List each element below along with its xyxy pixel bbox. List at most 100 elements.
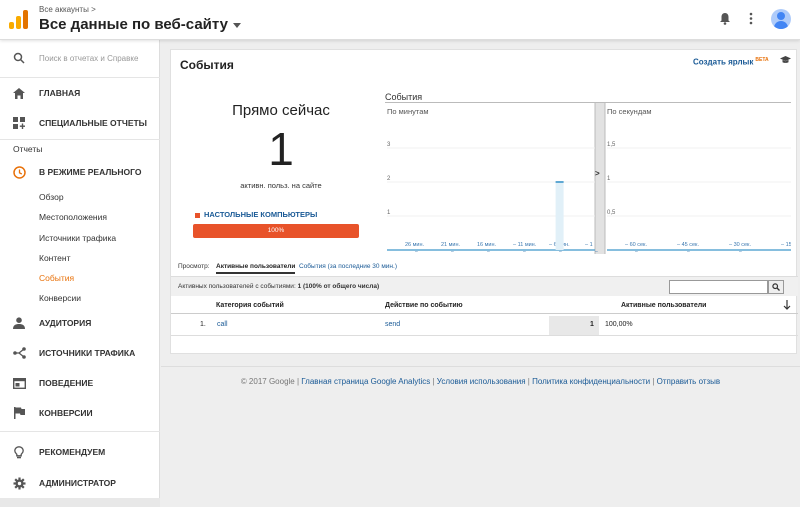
users-percent: 100,00% [605, 321, 633, 328]
realtime-item-traffic-sources[interactable]: Источники трафика [39, 233, 116, 243]
footer-link-home[interactable]: Главная страница Google Analytics [301, 377, 430, 386]
sidebar-search[interactable]: Поиск в отчетах и Справке [0, 43, 160, 73]
sidebar-item-label: АУДИТОРИЯ [39, 318, 92, 328]
lightbulb-icon [12, 445, 26, 459]
device-legend: НАСТОЛЬНЫЕ КОМПЬЮТЕРЫ [195, 210, 317, 219]
view-selector[interactable]: Все данные по веб-сайту [39, 16, 241, 33]
chart-nav-arrow[interactable]: > [595, 169, 600, 178]
footer: © 2017 Google | Главная страница Google … [161, 366, 800, 507]
divider [0, 431, 160, 432]
flag-icon [12, 406, 26, 420]
footer-link-privacy[interactable]: Политика конфиденциальности [532, 377, 650, 386]
sidebar-item-label: ИСТОЧНИКИ ТРАФИКА [39, 348, 136, 358]
chart-svg: 12326 мин.–21 мин.–16 мин.–– 11 мин.–– 6… [387, 103, 791, 254]
tab-active-users[interactable]: Активные пользователи [216, 263, 296, 274]
realtime-item-events[interactable]: События [39, 273, 74, 283]
accounts-link[interactable]: Все аккаунты > [39, 5, 96, 14]
sidebar-item-audience[interactable]: АУДИТОРИЯ [0, 308, 160, 338]
realtime-item-locations[interactable]: Местоположения [39, 212, 107, 222]
table-header: Категория событий Действие по событию Ак… [171, 298, 798, 314]
y-tick-label: 1 [387, 210, 391, 216]
person-icon [12, 316, 26, 330]
x-tick-dash: – [451, 249, 454, 254]
sidebar-item-home[interactable]: ГЛАВНАЯ [0, 78, 160, 108]
sidebar-item-label: ГЛАВНАЯ [39, 88, 81, 98]
analytics-logo[interactable] [8, 9, 28, 29]
y-tick-label: 0,5 [607, 210, 616, 216]
sidebar-item-realtime[interactable]: В РЕЖИМЕ РЕАЛЬНОГО [0, 157, 160, 187]
dashboard-plus-icon [12, 116, 26, 130]
realtime-item-conversions[interactable]: Конверсии [39, 293, 81, 303]
active-users-label: активн. польз. на сайте [240, 181, 322, 190]
sidebar-item-conversions[interactable]: КОНВЕРСИИ [0, 398, 160, 428]
row-index: 1. [200, 321, 206, 328]
y-tick-label: 1 [607, 176, 611, 182]
legend-swatch [195, 212, 200, 218]
avatar[interactable] [771, 9, 791, 29]
x-tick-label: – 60 сек. [625, 242, 647, 248]
realtime-item-overview[interactable]: Обзор [39, 192, 64, 202]
acquisition-icon [12, 346, 26, 360]
tab-events-30min[interactable]: События (за последние 30 мин.) [299, 263, 397, 270]
x-tick-dash: – [415, 249, 418, 254]
x-tick-label: 21 мин. [441, 242, 461, 248]
sidebar-item-custom-reports[interactable]: СПЕЦИАЛЬНЫЕ ОТЧЕТЫ [0, 108, 160, 138]
x-tick-dash: – [595, 249, 598, 254]
copyright: © 2017 Google [240, 377, 295, 386]
create-shortcut-link[interactable]: Создать ярлык BETA [693, 57, 769, 67]
sidebar-item-label: СПЕЦИАЛЬНЫЕ ОТЧЕТЫ [39, 118, 148, 128]
events-card: События Создать ярлык BETA Прямо сейчас 1… [170, 49, 798, 354]
right-now-label: Прямо сейчас [232, 102, 330, 119]
summary-row: Активных пользователей с событиями: 1 (1… [171, 276, 798, 296]
realtime-item-content[interactable]: Контент [39, 253, 71, 263]
bell-icon[interactable] [719, 12, 731, 28]
sidebar-item-recommended[interactable]: РЕКОМЕНДУЕМ [0, 437, 160, 467]
graduation-cap-icon[interactable] [780, 56, 791, 64]
arrow-down-icon[interactable] [783, 300, 791, 312]
x-tick-label: – 1 [585, 242, 593, 248]
y-tick-label: 3 [387, 142, 391, 148]
sidebar-item-behavior[interactable]: ПОВЕДЕНИЕ [0, 368, 160, 398]
x-tick-label: 26 мин. [405, 242, 425, 248]
x-tick-label: – 30 сек. [729, 242, 751, 248]
sidebar-item-admin[interactable]: АДМИНИСТРАТОР [0, 468, 160, 498]
events-chart: По минутам По секундам 1 2 3 26 мин. –21 мин… [385, 102, 791, 254]
divider [0, 139, 160, 140]
sidebar-item-acquisition[interactable]: ИСТОЧНИКИ ТРАФИКА [0, 338, 160, 368]
table-search-button[interactable] [768, 280, 784, 294]
home-icon [12, 86, 26, 100]
sidebar-item-label: ПОВЕДЕНИЕ [39, 378, 94, 388]
view-title: Все данные по веб-сайту [39, 16, 228, 33]
y-tick-label: 2 [387, 176, 391, 182]
device-share-bar: 100% [193, 224, 359, 238]
category-link[interactable]: call [217, 321, 228, 328]
sidebar-item-label: АДМИНИСТРАТОР [39, 478, 116, 488]
search-icon [772, 283, 780, 291]
footer-links: © 2017 Google | Главная страница Google … [240, 377, 721, 386]
x-tick-label: – 45 сек. [677, 242, 699, 248]
x-tick-label: 16 мин. [477, 242, 497, 248]
x-tick-dash: – [635, 249, 638, 254]
footer-link-terms[interactable]: Условия использования [437, 377, 526, 386]
search-input[interactable]: Поиск в отчетах и Справке [39, 54, 138, 63]
gear-icon [12, 476, 26, 490]
summary-text: Активных пользователей с событиями: 1 (1… [178, 283, 380, 290]
view-toolbar: Просмотр: Активные пользователи События … [171, 261, 798, 275]
column-header-active-users[interactable]: Активные пользователи [621, 302, 706, 309]
event-bar-bg [555, 182, 564, 250]
chart-title: События [385, 92, 423, 102]
dropdown-caret-icon [232, 22, 241, 28]
more-vert-icon[interactable] [749, 12, 753, 28]
column-header-action[interactable]: Действие по событию [385, 302, 463, 309]
table-search-input[interactable] [669, 280, 768, 294]
sidebar-item-label: В РЕЖИМЕ РЕАЛЬНОГО [39, 167, 142, 177]
active-users-count: 1 [268, 123, 294, 175]
x-tick-dash: – [487, 249, 490, 254]
reports-section-label: Отчеты [13, 144, 43, 154]
view-label: Просмотр: [178, 263, 210, 270]
footer-link-feedback[interactable]: Отправить отзыв [657, 377, 721, 386]
column-header-category[interactable]: Категория событий [216, 302, 284, 309]
y-tick-label: 1,5 [607, 142, 616, 148]
clock-icon [12, 165, 26, 179]
action-link[interactable]: send [385, 321, 400, 328]
